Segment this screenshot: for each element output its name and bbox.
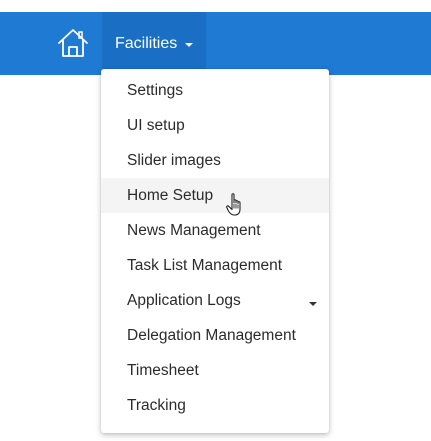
menu-item-label: Settings bbox=[127, 82, 184, 99]
menu-item-label: Slider images bbox=[127, 152, 221, 169]
home-icon bbox=[58, 29, 88, 57]
menu-item-delegation-management[interactable]: Delegation Management bbox=[101, 318, 329, 353]
facilities-label: Facilities bbox=[115, 34, 178, 52]
top-navigation-bar: Facilities bbox=[0, 12, 431, 75]
menu-item-label: Delegation Management bbox=[127, 327, 296, 344]
facilities-menu-toggle[interactable]: Facilities bbox=[102, 12, 206, 75]
menu-item-label: Application Logs bbox=[127, 292, 241, 309]
menu-item-home-setup[interactable]: Home Setup bbox=[101, 178, 329, 213]
menu-item-label: News Management bbox=[127, 222, 261, 239]
menu-item-settings[interactable]: Settings bbox=[101, 73, 329, 108]
menu-item-label: Home Setup bbox=[127, 187, 214, 204]
menu-item-application-logs[interactable]: Application Logs bbox=[101, 283, 329, 318]
menu-item-task-list-management[interactable]: Task List Management bbox=[101, 248, 329, 283]
submenu-caret-down-icon bbox=[309, 302, 317, 306]
menu-item-label: Tracking bbox=[127, 397, 186, 414]
facilities-dropdown-menu: Settings UI setup Slider images Home Set… bbox=[101, 69, 329, 433]
menu-item-slider-images[interactable]: Slider images bbox=[101, 143, 329, 178]
menu-item-ui-setup[interactable]: UI setup bbox=[101, 108, 329, 143]
menu-item-label: UI setup bbox=[127, 117, 185, 134]
menu-item-label: Task List Management bbox=[127, 257, 283, 274]
menu-item-tracking[interactable]: Tracking bbox=[101, 388, 329, 423]
menu-item-label: Timesheet bbox=[127, 362, 199, 379]
menu-item-timesheet[interactable]: Timesheet bbox=[101, 353, 329, 388]
caret-down-icon bbox=[185, 42, 194, 47]
menu-item-news-management[interactable]: News Management bbox=[101, 213, 329, 248]
home-button[interactable] bbox=[54, 24, 92, 62]
